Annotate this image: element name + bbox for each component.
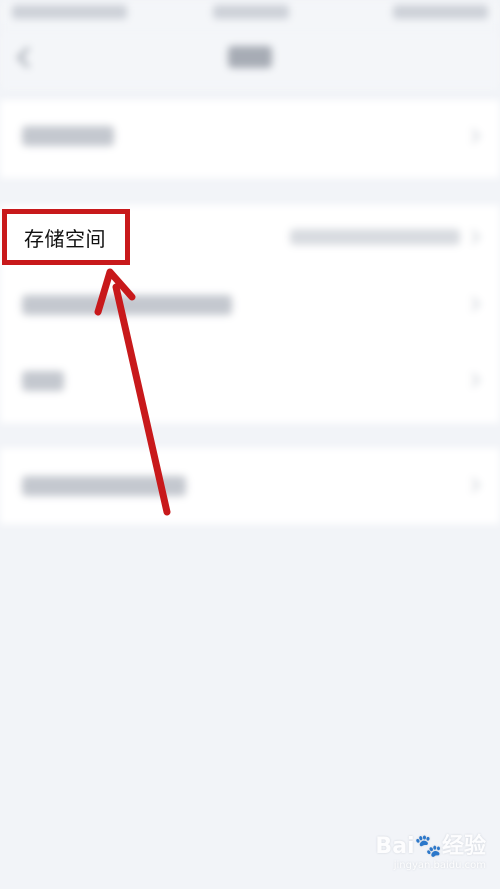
watermark-brand: Bai (375, 834, 415, 859)
baidu-paw-logo: 🐾 (414, 834, 442, 859)
watermark-suffix: 经验 (441, 834, 486, 859)
annotation-arrow (94, 268, 171, 516)
baidu-watermark: Bai🐾经验 jingyan.baidu.com (375, 828, 486, 871)
arrow-shaft (112, 283, 171, 516)
watermark-url: jingyan.baidu.com (393, 860, 486, 871)
